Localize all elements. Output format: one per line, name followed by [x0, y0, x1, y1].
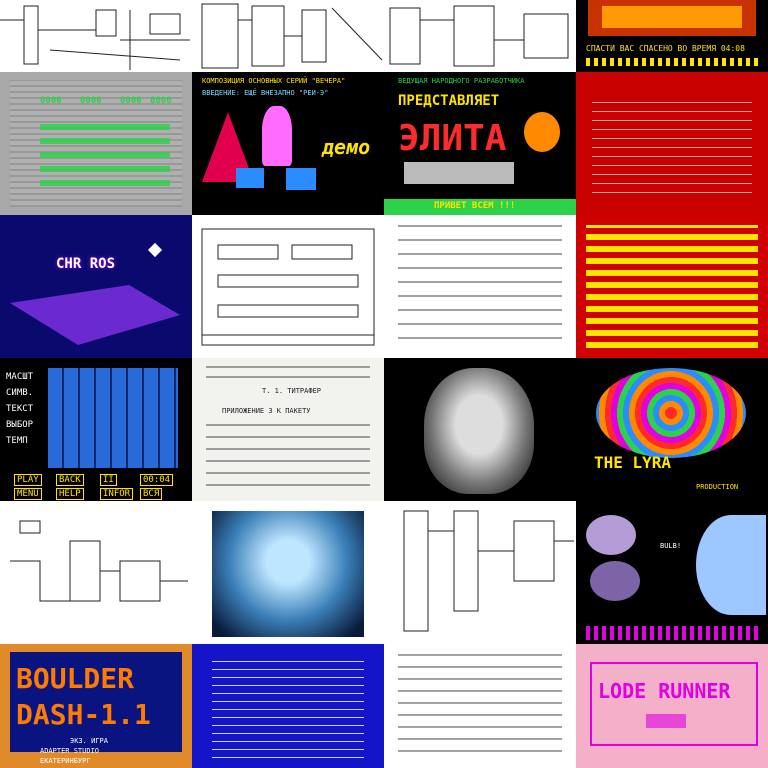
player-label: ВЫБОР: [6, 420, 34, 430]
lode-title: LODE RUNNER: [598, 679, 731, 703]
back-button[interactable]: BACK: [56, 474, 84, 486]
computer-shape: [236, 168, 264, 188]
lyra-sub: PRODUCTION: [696, 483, 739, 491]
stripes: [586, 225, 758, 348]
tile-lyra: THE LYRA PRODUCTION: [576, 358, 768, 501]
boulder-title1: BOULDER: [16, 662, 135, 695]
blob-shape: [586, 515, 636, 555]
all-button[interactable]: ВСЯ: [140, 488, 163, 500]
player-label: ТЕКСТ: [6, 404, 34, 414]
tile-schematic-2: [192, 0, 384, 72]
screenshot-mosaic: СПАСТИ ВАС СПАСЕНО ВО ВРЕМЯ 04:08 0000 0…: [0, 0, 768, 768]
character-shape: [524, 112, 560, 152]
elita-bottom: ПРИВЕТ ВСЕМ !!!: [434, 201, 516, 211]
menu-bar: [646, 714, 686, 728]
figure-shape: [262, 106, 292, 166]
info-button[interactable]: INFOR: [100, 488, 134, 500]
tile-chip-schematic: [384, 501, 576, 644]
number-label: 0000: [120, 96, 142, 106]
tile-boulder-dash: BOULDER DASH-1.1 ЭКЗ. ИГРА ADAPTER STUDI…: [0, 644, 192, 768]
chr-ros-title: CHR ROS: [56, 256, 116, 272]
boulder-title2: DASH-1.1: [16, 698, 151, 731]
concentric-rings: [596, 368, 746, 458]
play-button[interactable]: PLAY: [14, 474, 42, 486]
doc-signature: Т. 1. ТИТРАФЕР: [262, 387, 322, 395]
tile-circuit: [0, 501, 192, 644]
circuit-drawing: [10, 520, 188, 602]
boulder-line: ЕКАТЕРИНБУРГ: [40, 757, 91, 765]
menu-button[interactable]: MENU: [14, 488, 42, 500]
tile-typed-doc: Т. 1. ТИТРАФЕР ПРИЛОЖЕНИЕ 3 К ПАКЕТУ: [192, 358, 384, 501]
tile-player-ui: МАСШТ СИМВ. ТЕКСТ ВЫБОР ТЕМП PLAY BACK I…: [0, 358, 192, 501]
checker-bar: [586, 626, 758, 640]
tile-schematic-1: [0, 0, 192, 72]
number-label: 0000: [40, 96, 62, 106]
schematic-drawing: [389, 5, 569, 67]
pcb-drawing: [201, 228, 375, 346]
tile-document-list: [384, 215, 576, 358]
bulb-text: BULB!: [660, 542, 682, 550]
tile-game-level: СПАСТИ ВАС СПАСЕНО ВО ВРЕМЯ 04:08: [576, 0, 768, 72]
player-grid: [48, 368, 178, 468]
player-label: МАСШТ: [6, 372, 34, 382]
tile-pcb-drawing: [192, 215, 384, 358]
doc-heading: ПРИЛОЖЕНИЕ 3 К ПАКЕТУ: [222, 407, 311, 415]
tile-demo-screen: КОМПОЗИЦИЯ ОСНОВНЫХ СЕРИЙ "ВЕЧЕРА" ВВЕДЕ…: [192, 72, 384, 215]
lode-frame: [590, 662, 758, 746]
lyra-title: THE LYRA: [594, 453, 672, 472]
robot-art: [212, 511, 364, 637]
pause-button[interactable]: II: [100, 474, 117, 486]
game-caption: СПАСТИ ВАС СПАСЕНО ВО ВРЕМЯ 04:08: [586, 44, 745, 53]
tile-lode-runner: LODE RUNNER: [576, 644, 768, 768]
tile-red-lines: [576, 72, 768, 215]
tile-schematic-3: [384, 0, 576, 72]
tile-bulb: BULB!: [576, 501, 768, 644]
player-label: СИМВ.: [6, 388, 34, 398]
elita-present: ПРЕДСТАВЛЯЕТ: [398, 93, 500, 109]
line-pattern: [592, 94, 752, 193]
green-rows: [40, 116, 170, 186]
face-shape: [424, 368, 534, 494]
tile-face-image: [384, 358, 576, 501]
schematic-drawing: [201, 3, 383, 69]
tile-chr-ros: CHR ROS: [0, 215, 192, 358]
demo-heading: КОМПОЗИЦИЯ ОСНОВНЫХ СЕРИЙ "ВЕЧЕРА": [202, 77, 346, 85]
tile-text-page: [384, 644, 576, 768]
tile-robot-art: [192, 501, 384, 644]
schematic-drawing: [0, 5, 190, 70]
demo-subheading: ВВЕДЕНИЕ: ЕЩЁ ВНЕЗАПНО "РЕИ-Э": [202, 89, 329, 97]
star-icon: [147, 242, 163, 258]
computer-keyboard-shape: [404, 162, 514, 184]
elita-top: ВЕДУЩАЯ НАРОДНОГО РАЗРАБОТЧИКА: [398, 77, 525, 85]
computer-shape: [286, 168, 316, 190]
demo-word: демо: [322, 135, 371, 159]
chip-schematic: [403, 510, 574, 632]
blob-shape: [590, 561, 640, 601]
tile-elita-screen: ВЕДУЩАЯ НАРОДНОГО РАЗРАБОТЧИКА ПРЕДСТАВЛ…: [384, 72, 576, 215]
tile-yellow-stripes: [576, 215, 768, 358]
face-profile-shape: [696, 515, 766, 615]
help-button[interactable]: HELP: [56, 488, 84, 500]
fire-shape: [602, 6, 742, 28]
tile-blue-doc: [192, 644, 384, 768]
tile-grid-screen: 0000 0000 0000 0000: [0, 72, 192, 215]
time-readout: 00:04: [140, 474, 174, 486]
boulder-line: ЭКЗ. ИГРА: [70, 737, 108, 745]
score-bar: [586, 58, 758, 66]
number-label: 0000: [80, 96, 102, 106]
player-label: ТЕМП: [6, 436, 28, 446]
elita-title: ЭЛИТА: [398, 118, 507, 159]
number-label: 0000: [150, 96, 172, 106]
boulder-line: ADAPTER STUDIO: [40, 747, 100, 755]
line-pattern: [212, 658, 364, 758]
ship-shape: [10, 285, 180, 345]
